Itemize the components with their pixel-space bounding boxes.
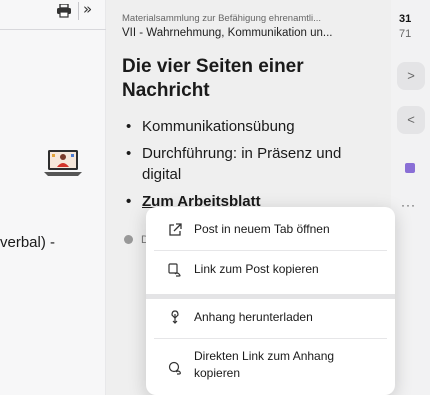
menu-section-divider	[146, 294, 395, 299]
stat-sub: 71	[399, 28, 412, 40]
left-toolbar: »	[0, 0, 106, 30]
menu-item-label: Post in neuem Tab öffnen	[194, 222, 330, 236]
post-bullet-list: Kommunikationsübung Durchführung: in Prä…	[118, 116, 383, 218]
chevron-left-icon: <	[407, 112, 415, 127]
copy-attachment-link-icon	[168, 361, 182, 375]
menu-divider	[154, 338, 387, 339]
open-external-icon	[168, 223, 182, 237]
stat-number: 31	[399, 13, 412, 25]
menu-divider	[154, 250, 387, 251]
section-title[interactable]: VII - Wahrnehmung, Kommunikation un...	[122, 27, 333, 39]
left-panel: » verbal) -	[0, 0, 106, 395]
menu-item-label: Link zum Post kopieren	[194, 262, 319, 276]
right-rail: 31 71 > < ···	[391, 0, 430, 395]
copy-link-icon	[168, 263, 182, 277]
menu-item-copy-post-link[interactable]: Link zum Post kopieren	[146, 260, 395, 286]
comment-icon[interactable]	[405, 163, 415, 173]
menu-item-copy-attachment-link[interactable]: Direkten Link zum Anhang kopieren	[146, 347, 395, 387]
download-icon	[168, 310, 182, 324]
left-snippet-text: verbal) -	[0, 234, 56, 251]
more-options-icon[interactable]: ···	[401, 198, 416, 212]
next-post-button[interactable]: >	[397, 62, 425, 90]
expand-double-chevron-icon[interactable]: »	[83, 0, 92, 18]
menu-item-open-new-tab[interactable]: Post in neuem Tab öffnen	[146, 221, 395, 247]
list-item: Durchführung: in Präsenz und digital	[118, 143, 383, 185]
context-menu: Post in neuem Tab öffnen Link zum Post k…	[146, 207, 395, 395]
chevron-right-icon: >	[407, 68, 415, 83]
post-heading: Die vier Seiten einer Nachricht	[122, 56, 304, 101]
menu-item-label: Direkten Link zum Anhang kopieren	[194, 349, 335, 380]
menu-item-label: Anhang herunterladen	[194, 310, 313, 324]
list-item: Kommunikationsübung	[118, 116, 383, 137]
laptop-video-call-icon	[44, 146, 82, 182]
previous-post-button[interactable]: <	[397, 106, 425, 134]
author-avatar	[124, 235, 133, 244]
source-title[interactable]: Materialsammlung zur Befähigung ehrenamt…	[122, 13, 321, 24]
toolbar-divider	[78, 2, 79, 20]
menu-item-download-attachment[interactable]: Anhang herunterladen	[146, 308, 395, 334]
print-icon[interactable]	[56, 3, 72, 18]
